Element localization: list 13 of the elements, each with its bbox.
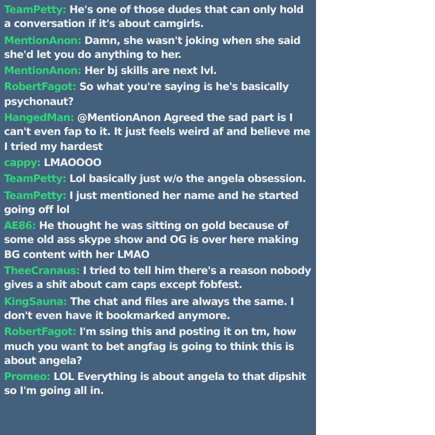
chat-message: MentionAnon: Damn, she wasn't joking when she said she'd let you do anything to her. <box>4 34 302 62</box>
chat-message: HangedMan: @MentionAnon Agreed the sad part is I can't even fap to it. It just feels weird af and believe me I tried my hardest <box>4 111 312 154</box>
chat-message: Promeo: LOL Everything is about angela to that dipshit so I'm going all in. <box>4 370 307 399</box>
chat-message: TheeCranaus: I tried to tell him there's a reason nobody gives a shit about cam caps except fobfest. <box>4 264 312 293</box>
chat-message: MentionAnon: Her bj skills are next lvl. <box>4 64 218 78</box>
chat-message: AE86: He thought he was sitting on gold because of some old ass skype show and OG is over here making BG content with her LMAO <box>4 219 300 262</box>
chat-message: cappy: LMAOOOO <box>4 156 102 170</box>
chat-message: RobertFagot: I'm ssing this and posting it on tm, how much you want to bet angfag is going to think this is about angela? <box>4 325 297 368</box>
chat-message: TeamPetty: Lol basically just w/o the angela obsession. <box>4 172 307 187</box>
chat-message: TeamPetty: He's one of those dudes that can only hold a conversation if it's about camgirls. <box>4 3 304 32</box>
chat-message: TeamPetty: I just mentioned her name and he started going off lol <box>4 188 300 218</box>
chat-message: RobertFagot: So what you're saying is he's basically psychonaut? <box>4 80 290 110</box>
chat-message: KingSauna: The chat and files are always the same. I don't even have it bookmarked anymore. <box>4 294 295 324</box>
